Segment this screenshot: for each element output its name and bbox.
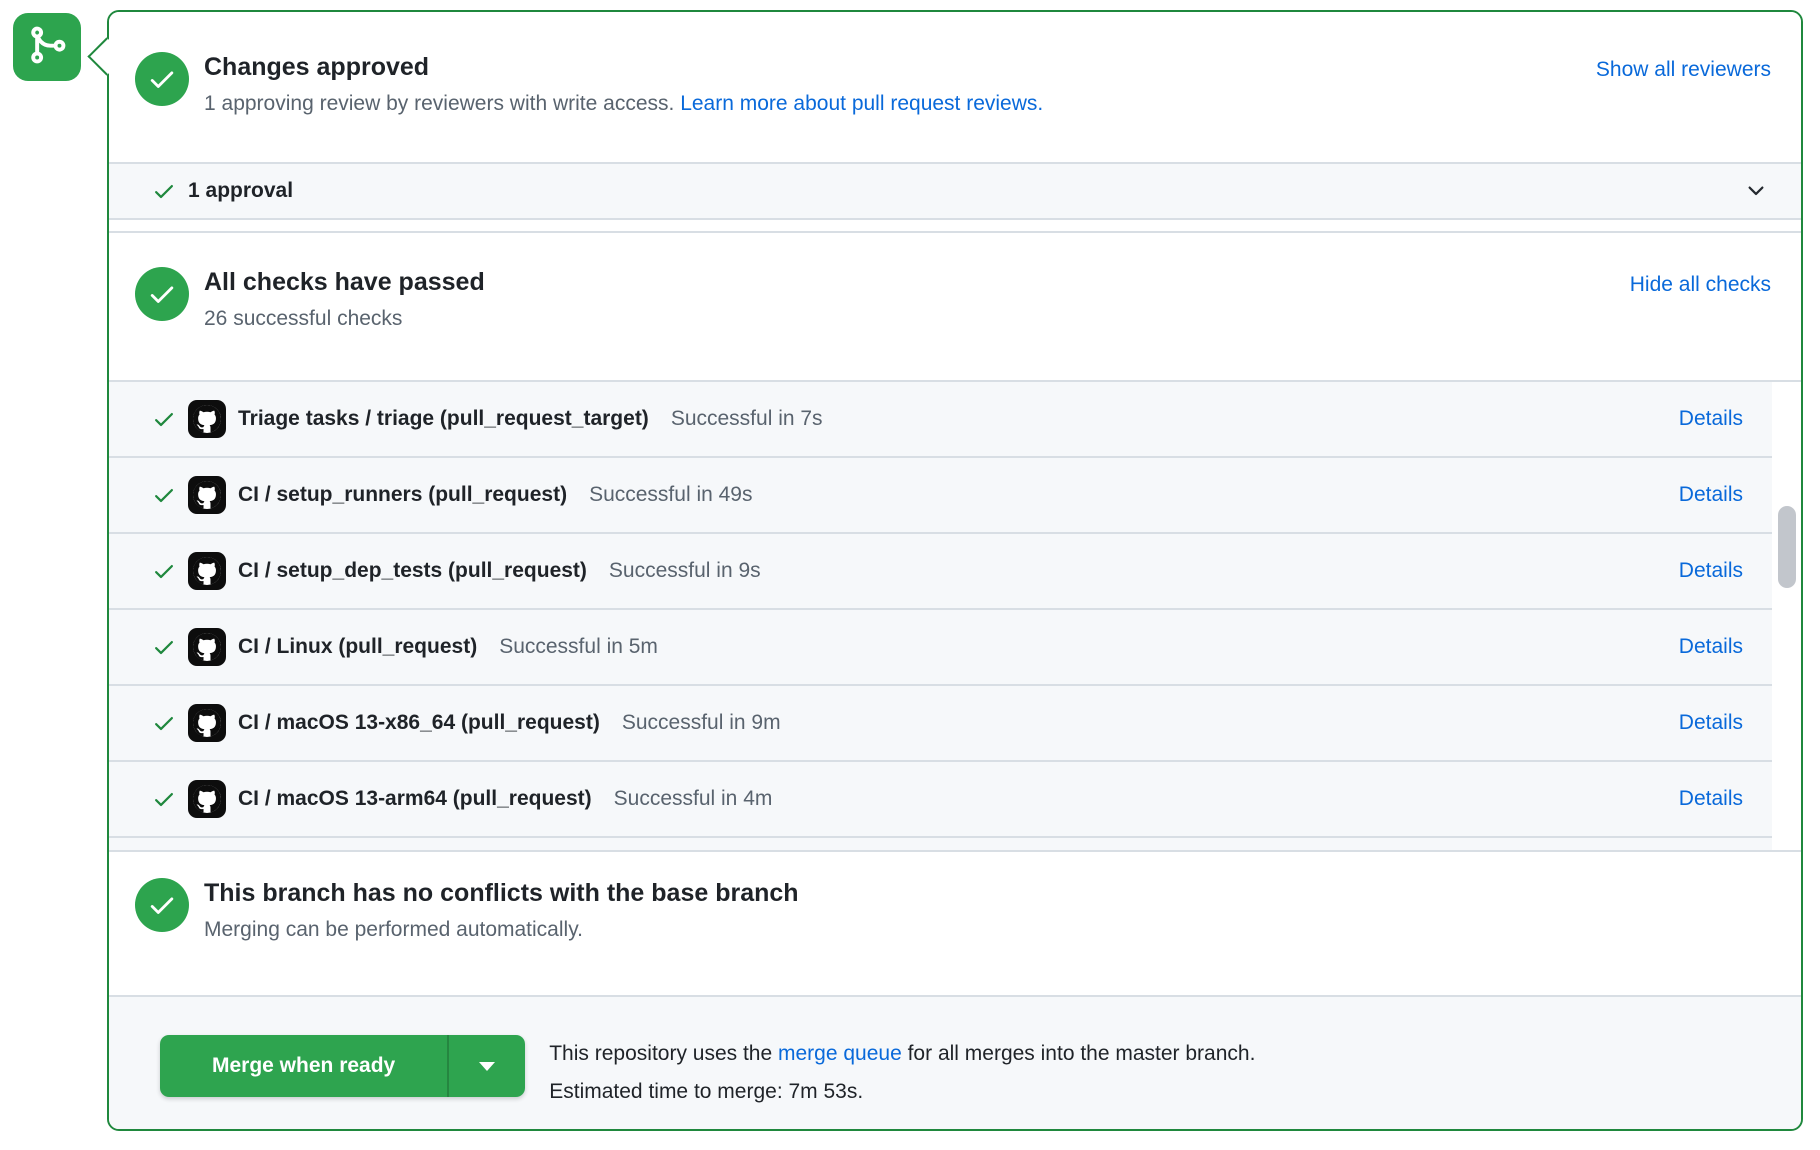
details-link[interactable]: Details: [1679, 483, 1743, 507]
check-row: CI / Linux (pull_request) Successful in …: [109, 610, 1772, 686]
caret-down-icon: [479, 1062, 495, 1071]
check-name: CI / macOS 13-arm64 (pull_request): [238, 787, 592, 811]
check-icon: [152, 179, 176, 203]
merge-options-dropdown-button[interactable]: [447, 1035, 525, 1097]
review-title: Changes approved: [204, 52, 1043, 82]
git-merge-icon: [26, 24, 68, 71]
check-row: CI / macOS 13-arm64 (pull_request) Succe…: [109, 762, 1772, 838]
merge-queue-link[interactable]: merge queue: [778, 1042, 902, 1065]
checks-list: Triage tasks / triage (pull_request_targ…: [109, 380, 1801, 850]
check-name: CI / macOS 13-x86_64 (pull_request): [238, 711, 600, 735]
merge-footer: Merge when ready This repository uses th…: [109, 995, 1801, 1129]
check-status: Successful in 9s: [609, 559, 761, 583]
checks-check-circle-icon: [135, 267, 189, 321]
github-actions-avatar-icon: [188, 400, 226, 438]
checks-subtitle: 26 successful checks: [204, 305, 485, 333]
check-row: CI / setup_dep_tests (pull_request) Succ…: [109, 534, 1772, 610]
github-actions-avatar-icon: [188, 476, 226, 514]
check-status: Successful in 4m: [614, 787, 773, 811]
check-name: Triage tasks / triage (pull_request_targ…: [238, 407, 649, 431]
show-all-reviewers-link[interactable]: Show all reviewers: [1596, 56, 1771, 84]
github-actions-avatar-icon: [188, 628, 226, 666]
hide-all-checks-link[interactable]: Hide all checks: [1630, 271, 1771, 299]
check-icon: [152, 483, 176, 507]
check-status: Successful in 5m: [499, 635, 658, 659]
merge-box: Changes approved 1 approving review by r…: [107, 10, 1803, 1131]
details-link[interactable]: Details: [1679, 711, 1743, 735]
check-icon: [152, 711, 176, 735]
merge-info: This repository uses the merge queue for…: [549, 1035, 1255, 1111]
details-link[interactable]: Details: [1679, 635, 1743, 659]
check-status: Successful in 7s: [671, 407, 823, 431]
approval-summary-label: 1 approval: [188, 179, 293, 203]
approved-check-circle-icon: [135, 52, 189, 106]
check-status: Successful in 49s: [589, 483, 752, 507]
check-name: CI / setup_runners (pull_request): [238, 483, 567, 507]
details-link[interactable]: Details: [1679, 407, 1743, 431]
check-icon: [152, 559, 176, 583]
merge-queue-info: This repository uses the merge queue for…: [549, 1035, 1255, 1073]
check-icon: [152, 787, 176, 811]
review-section: Changes approved 1 approving review by r…: [109, 12, 1801, 162]
checks-section-header: All checks have passed 26 successful che…: [109, 231, 1801, 380]
details-link[interactable]: Details: [1679, 787, 1743, 811]
conflicts-subtitle: Merging can be performed automatically.: [204, 916, 799, 944]
page: Changes approved 1 approving review by r…: [0, 0, 1820, 1150]
conflicts-section: This branch has no conflicts with the ba…: [109, 850, 1801, 995]
review-description: 1 approving review by reviewers with wri…: [204, 90, 1043, 118]
check-name: CI / setup_dep_tests (pull_request): [238, 559, 587, 583]
scrollbar-thumb[interactable]: [1778, 506, 1796, 588]
conflicts-title: This branch has no conflicts with the ba…: [204, 878, 799, 908]
chevron-down-icon: [1744, 179, 1768, 203]
git-merge-badge: [13, 13, 81, 81]
checks-title: All checks have passed: [204, 267, 485, 297]
learn-more-link[interactable]: Learn more about pull request reviews.: [680, 92, 1043, 115]
section-gap: [109, 220, 1801, 231]
check-row: Triage tasks / triage (pull_request_targ…: [109, 382, 1772, 458]
check-status: Successful in 9m: [622, 711, 781, 735]
merge-estimate: Estimated time to merge: 7m 53s.: [549, 1073, 1255, 1111]
merge-button-group: Merge when ready: [160, 1035, 525, 1097]
conflicts-check-circle-icon: [135, 878, 189, 932]
check-icon: [152, 407, 176, 431]
check-name: CI / Linux (pull_request): [238, 635, 477, 659]
github-actions-avatar-icon: [188, 704, 226, 742]
check-row: CI / setup_runners (pull_request) Succes…: [109, 458, 1772, 534]
approval-summary-row[interactable]: 1 approval: [109, 162, 1801, 220]
check-row: CI / macOS 13-x86_64 (pull_request) Succ…: [109, 686, 1772, 762]
github-actions-avatar-icon: [188, 780, 226, 818]
partial-check-row: [109, 838, 1772, 850]
check-icon: [152, 635, 176, 659]
github-actions-avatar-icon: [188, 552, 226, 590]
details-link[interactable]: Details: [1679, 559, 1743, 583]
merge-when-ready-button[interactable]: Merge when ready: [160, 1035, 447, 1097]
